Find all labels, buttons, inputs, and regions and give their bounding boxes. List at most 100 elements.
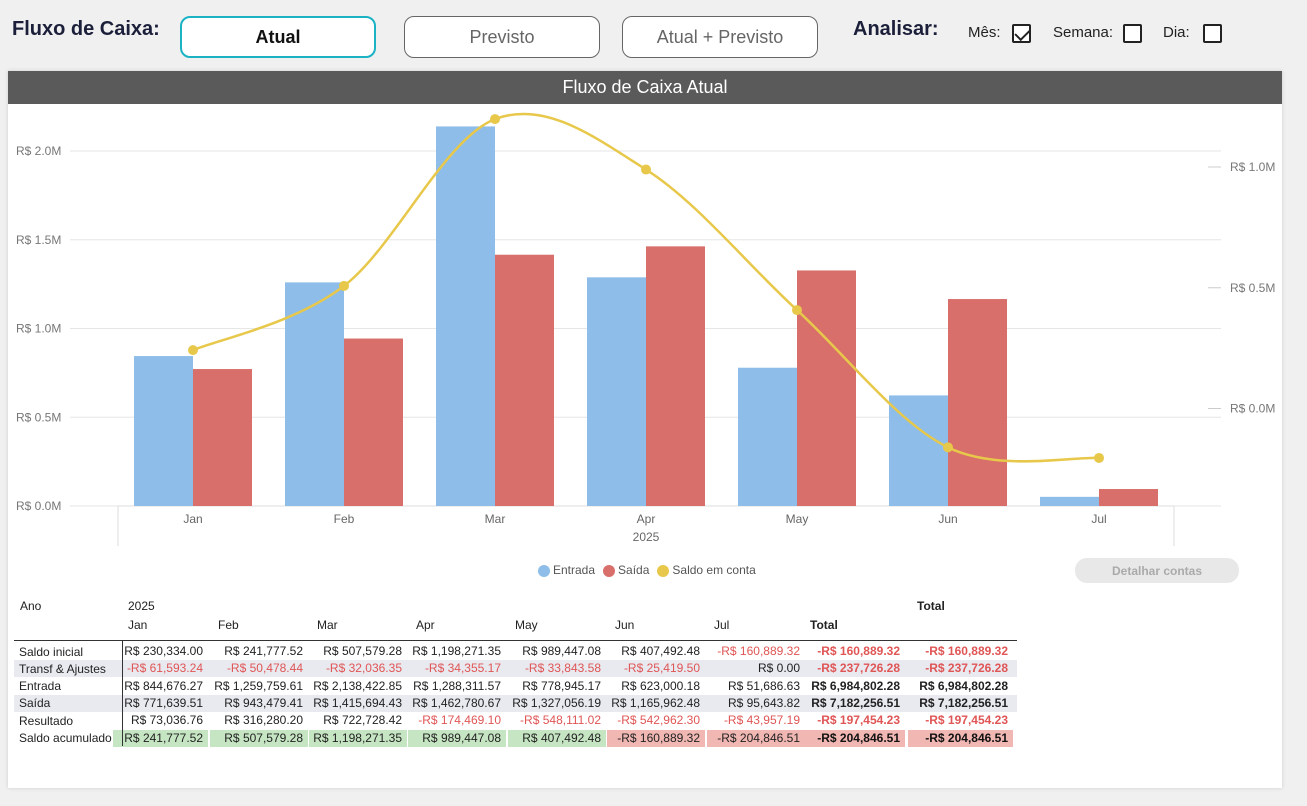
- table-cell: -R$ 204,846.51: [908, 729, 1013, 747]
- bar-saida[interactable]: [1099, 489, 1158, 506]
- table-cell: R$ 241,777.52: [113, 729, 208, 747]
- table-cell: R$ 1,198,271.35: [412, 644, 501, 658]
- table-cell: R$ 989,447.08: [408, 729, 506, 747]
- month-header: Apr: [416, 618, 435, 632]
- y-left-tick-label: R$ 2.0M: [16, 144, 61, 158]
- analisar-label: Analisar:: [853, 18, 939, 40]
- month-header: Mar: [317, 618, 338, 632]
- bar-saida[interactable]: [344, 338, 403, 506]
- table-cell: R$ 778,945.17: [522, 678, 601, 693]
- y-left-tick-label: R$ 0.0M: [16, 499, 61, 513]
- saldo-point[interactable]: [943, 442, 953, 453]
- table-cell: R$ 316,280.20: [224, 713, 303, 728]
- table-cell: R$ 844,676.27: [124, 678, 203, 693]
- atual-button[interactable]: Atual: [180, 16, 376, 58]
- saldo-point[interactable]: [188, 345, 198, 356]
- cash-flow-chart[interactable]: R$ 0.0M R$ 0.5M R$ 1.0M R$ 1.5M R$ 2.0M R$ 0.…: [8, 71, 1282, 571]
- month-header: Jul: [714, 618, 730, 632]
- legend-saida[interactable]: Saída: [603, 563, 649, 577]
- table-cell: R$ 407,492.48: [621, 644, 700, 658]
- x-tick-label: Jun: [938, 512, 957, 526]
- bar-entrada[interactable]: [436, 126, 495, 507]
- table-cell: -R$ 237,726.28: [925, 661, 1008, 676]
- bar-entrada[interactable]: [134, 356, 193, 506]
- table-cell: R$ 1,165,962.48: [611, 695, 700, 710]
- atual-previsto-button[interactable]: Atual + Previsto: [622, 16, 818, 58]
- table-row: Saldo inicial R$ 230,334.00 R$ 241,777.52 R…: [14, 643, 1017, 660]
- table-cell: -R$ 33,843.58: [524, 661, 601, 676]
- table-cell: -R$ 50,478.44: [226, 661, 303, 676]
- table-cell: -R$ 542,962.30: [617, 713, 700, 728]
- table-cell: R$ 1,415,694.43: [313, 695, 402, 710]
- table-cell: R$ 2,138,422.85: [313, 678, 402, 693]
- saldo-point[interactable]: [1094, 452, 1104, 463]
- semana-label: Semana:: [1053, 24, 1114, 41]
- saldo-point[interactable]: [490, 114, 500, 125]
- chart-legend: Entrada Saída Saldo em conta: [538, 563, 756, 577]
- mes-checkbox[interactable]: [1012, 24, 1031, 43]
- mes-label: Mês:: [968, 24, 1001, 41]
- table-cell: R$ 73,036.76: [130, 713, 203, 728]
- y-right-tick-label: R$ 1.0M: [1230, 160, 1275, 174]
- month-header: May: [515, 618, 538, 632]
- table-row: Transf & Ajustes -R$ 61,593.24 -R$ 50,478.…: [14, 660, 1017, 678]
- year-header: 2025: [128, 599, 155, 613]
- dia-label: Dia:: [1163, 24, 1190, 41]
- legend-entrada[interactable]: Entrada: [538, 563, 595, 577]
- table-cell: R$ 507,579.28: [210, 729, 308, 747]
- x-tick-label: Jul: [1091, 512, 1106, 526]
- month-header: Total: [810, 618, 838, 632]
- x-tick-label: Mar: [485, 512, 506, 526]
- saldo-point[interactable]: [641, 164, 651, 175]
- saldo-point[interactable]: [339, 280, 349, 291]
- bar-saida[interactable]: [948, 299, 1007, 506]
- month-header: Jun: [615, 618, 635, 632]
- table-divider: [14, 640, 1017, 641]
- table-cell: R$ 6,984,802.28: [811, 678, 900, 693]
- x-tick-label: Feb: [334, 512, 355, 526]
- bar-entrada[interactable]: [1040, 496, 1099, 506]
- row-header: Ano: [20, 599, 42, 613]
- month-header: Jan: [128, 618, 148, 632]
- previsto-button[interactable]: Previsto: [404, 16, 600, 58]
- table-cell: R$ 7,182,256.51: [919, 695, 1008, 710]
- y-left-tick-label: R$ 1.0M: [16, 322, 61, 336]
- table-cell: R$ 6,984,802.28: [919, 678, 1008, 693]
- legend-saldo[interactable]: Saldo em conta: [657, 563, 756, 577]
- table-cell: -R$ 197,454.23: [925, 713, 1008, 728]
- bar-saida[interactable]: [797, 270, 856, 506]
- table-cell: -R$ 174,469.10: [418, 713, 501, 728]
- legend-dot-icon: [538, 564, 550, 577]
- table-cell: -R$ 197,454.23: [817, 713, 900, 728]
- bar-saida[interactable]: [646, 246, 705, 506]
- table-cell: -R$ 61,593.24: [126, 661, 203, 676]
- bar-saida[interactable]: [193, 369, 252, 506]
- bar-entrada[interactable]: [587, 277, 646, 506]
- chart-title: Fluxo de Caixa Atual: [8, 71, 1282, 104]
- bar-entrada[interactable]: [738, 367, 797, 506]
- table-cell: R$ 407,492.48: [508, 729, 606, 747]
- page-title: Fluxo de Caixa:: [12, 18, 160, 40]
- semana-checkbox[interactable]: [1123, 24, 1142, 43]
- saldo-point[interactable]: [792, 305, 802, 316]
- x-tick-label: May: [786, 512, 809, 526]
- table-cell: R$ 943,479.41: [224, 695, 303, 710]
- table-cell: R$ 1,198,271.35: [309, 729, 407, 747]
- table-cell: R$ 623,000.18: [621, 678, 700, 693]
- table-cell: -R$ 160,889.32: [817, 644, 900, 658]
- x-group-label: 2025: [633, 530, 660, 544]
- top-bar: Fluxo de Caixa: Atual Previsto Atual + P…: [0, 0, 1307, 70]
- bar-saida[interactable]: [495, 254, 554, 506]
- x-tick-label: Apr: [637, 512, 656, 526]
- detalhar-contas-button[interactable]: Detalhar contas: [1075, 558, 1239, 583]
- table-cell: R$ 0.00: [757, 661, 800, 676]
- table-row: Saída R$ 771,639.51 R$ 943,479.41 R$ 1,415,…: [14, 694, 1017, 712]
- dia-checkbox[interactable]: [1203, 24, 1222, 43]
- table-cell: R$ 241,777.52: [224, 644, 303, 658]
- table-cell: -R$ 204,846.51: [805, 729, 905, 747]
- table-cell: R$ 989,447.08: [522, 644, 601, 658]
- table-row: Resultado R$ 73,036.76 R$ 316,280.20 R$ 722…: [14, 712, 1017, 729]
- table-cell: R$ 230,334.00: [124, 644, 203, 658]
- table-cell: R$ 7,182,256.51: [811, 695, 900, 710]
- table-cell: -R$ 160,889.32: [925, 644, 1008, 658]
